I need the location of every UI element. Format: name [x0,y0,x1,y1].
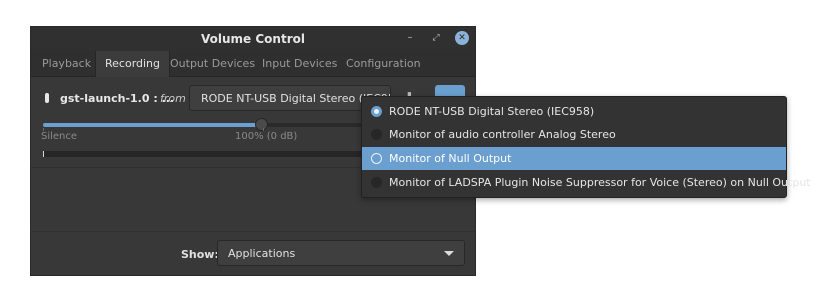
source-device-menu: RODE NT-USB Digital Stereo (IEC958) Moni… [361,96,811,198]
close-icon[interactable]: ✕ [455,31,469,45]
menu-option-monitor-analog-stereo[interactable]: Monitor of audio controller Analog Stere… [362,123,786,146]
stream-name: gst-launch-1.0 : ... [60,92,175,105]
radio-unchecked-icon [371,129,382,140]
minimize-icon[interactable]: – [403,31,417,45]
silence-label: Silence [41,131,78,142]
volume-100-label: 100% (0 dB) [235,131,298,142]
stream-from-label: from [160,92,186,105]
show-label: Show: [181,248,219,261]
radio-unchecked-icon [371,153,382,164]
menu-option-label: Monitor of audio controller Analog Stere… [389,128,616,141]
tab-output-devices[interactable]: Output Devices [161,51,264,77]
tab-playback[interactable]: Playback [33,51,100,77]
volume-slider[interactable] [43,118,379,131]
menu-option-monitor-ladspa[interactable]: Monitor of LADSPA Plugin Noise Suppresso… [362,171,811,194]
volume-slider-fill [43,123,262,127]
peak-level-indicator [43,151,44,157]
tab-bar: Playback Recording Output Devices Input … [31,51,475,77]
titlebar[interactable]: Volume Control – ⤢ ✕ [31,27,475,51]
footer: Show: Applications [31,231,475,275]
radio-checked-icon [371,106,382,117]
microphone-icon [45,93,49,103]
tab-recording[interactable]: Recording [95,51,171,77]
menu-option-label: Monitor of Null Output [389,152,512,165]
volume-slider-handle[interactable] [255,118,269,131]
menu-option-rode-nt-usb[interactable]: RODE NT-USB Digital Stereo (IEC958) [362,100,786,123]
peak-level-meter [43,151,393,157]
tab-configuration[interactable]: Configuration [337,51,430,77]
menu-option-monitor-null-output[interactable]: Monitor of Null Output [362,147,786,170]
tab-input-devices[interactable]: Input Devices [253,51,346,77]
radio-unchecked-icon [371,177,382,188]
show-filter-value: Applications [228,247,296,260]
menu-option-label: RODE NT-USB Digital Stereo (IEC958) [389,105,595,118]
chevron-down-icon [444,251,454,256]
show-filter-combo[interactable]: Applications [217,240,465,266]
menu-option-label: Monitor of LADSPA Plugin Noise Suppresso… [389,176,811,189]
maximize-icon[interactable]: ⤢ [429,31,443,45]
